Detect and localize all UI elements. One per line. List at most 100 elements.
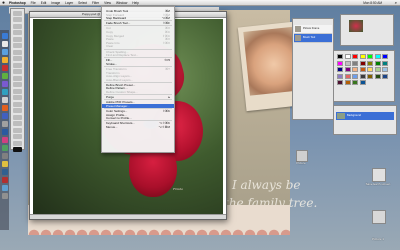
dock-app-icon[interactable]	[1, 113, 8, 119]
color-swatch[interactable]	[367, 60, 373, 66]
type-tool-icon[interactable]	[13, 101, 22, 107]
clone-stamp-tool-icon[interactable]	[13, 62, 22, 68]
healing-tool-icon[interactable]	[13, 49, 22, 55]
gradient-tool-icon[interactable]	[13, 82, 22, 87]
color-swatch[interactable]	[359, 80, 366, 85]
menu-item-label: Menus...	[106, 124, 118, 129]
color-swatch[interactable]	[359, 73, 366, 79]
dock-app-icon[interactable]	[1, 41, 8, 47]
dock-app-icon[interactable]	[1, 57, 8, 63]
color-swatch[interactable]	[337, 73, 343, 79]
path-select-tool-icon[interactable]	[13, 108, 22, 113]
color-swatch[interactable]	[344, 73, 351, 79]
dock-app-icon[interactable]	[1, 89, 8, 95]
color-swatch[interactable]	[382, 67, 388, 72]
hand-tool-icon[interactable]	[13, 134, 22, 139]
pen-tool-icon[interactable]	[13, 95, 22, 100]
shape-tool-icon[interactable]	[13, 114, 22, 120]
color-swatch[interactable]	[374, 54, 381, 59]
color-swatch[interactable]	[382, 60, 388, 66]
color-swatch[interactable]	[337, 67, 343, 72]
color-swatch[interactable]	[337, 80, 343, 85]
spotlight-icon[interactable]: ⌕	[395, 0, 397, 6]
desktop-file-icon[interactable]	[372, 210, 386, 224]
menu-view[interactable]: View	[104, 1, 111, 5]
dock-app-icon[interactable]	[1, 129, 8, 135]
dock-app-icon[interactable]	[1, 33, 8, 39]
color-swatch[interactable]	[337, 60, 343, 66]
layer-row-selected[interactable]: Brush Tool	[294, 34, 332, 43]
desktop-icon-label: Picture 1	[372, 237, 384, 241]
color-swatch[interactable]	[374, 73, 381, 79]
menu-image[interactable]: Image	[51, 1, 60, 5]
move-tool-icon[interactable]	[13, 10, 22, 16]
menu-help[interactable]: Help	[132, 1, 139, 5]
menu-app-name[interactable]: Photoshop	[9, 1, 26, 5]
menu-item-shortcut: ⌥⇧⌘M	[158, 124, 170, 129]
magic-wand-tool-icon[interactable]	[13, 30, 22, 35]
color-swatch[interactable]	[359, 67, 366, 72]
color-swatch[interactable]	[344, 67, 351, 72]
menu-select[interactable]: Select	[78, 1, 87, 5]
layers-panel: Picture Frame Brush Tool	[292, 18, 334, 120]
zoom-tool-icon[interactable]	[13, 140, 22, 146]
layer-row[interactable]: Picture Frame	[294, 25, 332, 34]
dock-app-icon[interactable]	[1, 177, 8, 183]
menu-edit[interactable]: Edit	[41, 1, 47, 5]
edit-menu-dropdown: Undo Brush Tool ⌘Z Step Forward ⇧⌘Z Step Bac…	[101, 6, 175, 153]
marquee-tool-icon[interactable]	[13, 17, 22, 22]
color-swatch[interactable]	[337, 54, 343, 59]
navigator-thumbnail[interactable]	[349, 20, 363, 32]
color-swatch[interactable]	[352, 60, 358, 66]
color-swatch[interactable]	[344, 60, 351, 66]
menu-filter[interactable]: Filter	[92, 1, 99, 5]
color-swatch[interactable]	[367, 67, 373, 72]
color-swatch[interactable]	[374, 67, 381, 72]
dock-app-icon[interactable]	[1, 153, 8, 159]
color-swatch[interactable]	[352, 67, 358, 72]
notes-tool-icon[interactable]	[13, 121, 22, 126]
color-swatch[interactable]	[382, 73, 388, 79]
crop-tool-icon[interactable]	[13, 36, 22, 42]
foreground-color-swatch[interactable]	[13, 147, 22, 152]
menu-file[interactable]: File	[31, 1, 36, 5]
color-swatch[interactable]	[352, 80, 358, 85]
dock-app-icon[interactable]	[1, 145, 8, 151]
history-brush-tool-icon[interactable]	[13, 69, 22, 74]
layer-row-selected[interactable]: Background	[336, 112, 394, 120]
dock-app-icon[interactable]	[1, 73, 8, 79]
menu-item-menus[interactable]: Menus... ⌥⇧⌘M	[102, 125, 174, 129]
apple-menu-icon[interactable]: ●	[2, 0, 5, 6]
dock-app-icon[interactable]	[1, 49, 8, 55]
color-swatch[interactable]	[359, 60, 366, 66]
color-swatch[interactable]	[367, 54, 373, 59]
color-swatch[interactable]	[352, 73, 358, 79]
dock-app-icon[interactable]	[1, 81, 8, 87]
menu-clock[interactable]: Mon 8:50 AM	[363, 0, 382, 6]
color-swatch[interactable]	[382, 54, 388, 59]
color-swatch[interactable]	[359, 54, 366, 59]
lasso-tool-icon[interactable]	[13, 23, 22, 29]
color-swatch[interactable]	[344, 54, 351, 59]
dock-app-icon[interactable]	[1, 65, 8, 71]
dock-app-icon[interactable]	[1, 137, 8, 143]
color-swatch[interactable]	[344, 80, 351, 85]
menu-window[interactable]: Window	[116, 1, 127, 5]
dock-app-icon[interactable]	[1, 161, 8, 167]
dock-app-icon[interactable]	[1, 193, 8, 199]
brush-tool-icon[interactable]	[13, 56, 22, 61]
menu-layer[interactable]: Layer	[65, 1, 73, 5]
dock-app-icon[interactable]	[1, 169, 8, 175]
slice-tool-icon[interactable]	[13, 43, 22, 48]
desktop-file-icon[interactable]	[372, 168, 386, 182]
color-swatch[interactable]	[374, 60, 381, 66]
dock-app-icon[interactable]	[1, 121, 8, 127]
color-swatch[interactable]	[367, 73, 373, 79]
dock-app-icon[interactable]	[1, 97, 8, 103]
dock-app-icon[interactable]	[1, 105, 8, 111]
dodge-tool-icon[interactable]	[13, 88, 22, 94]
color-swatch[interactable]	[352, 54, 358, 59]
eyedropper-tool-icon[interactable]	[13, 127, 22, 133]
eraser-tool-icon[interactable]	[13, 75, 22, 81]
dock-app-icon[interactable]	[1, 185, 8, 191]
